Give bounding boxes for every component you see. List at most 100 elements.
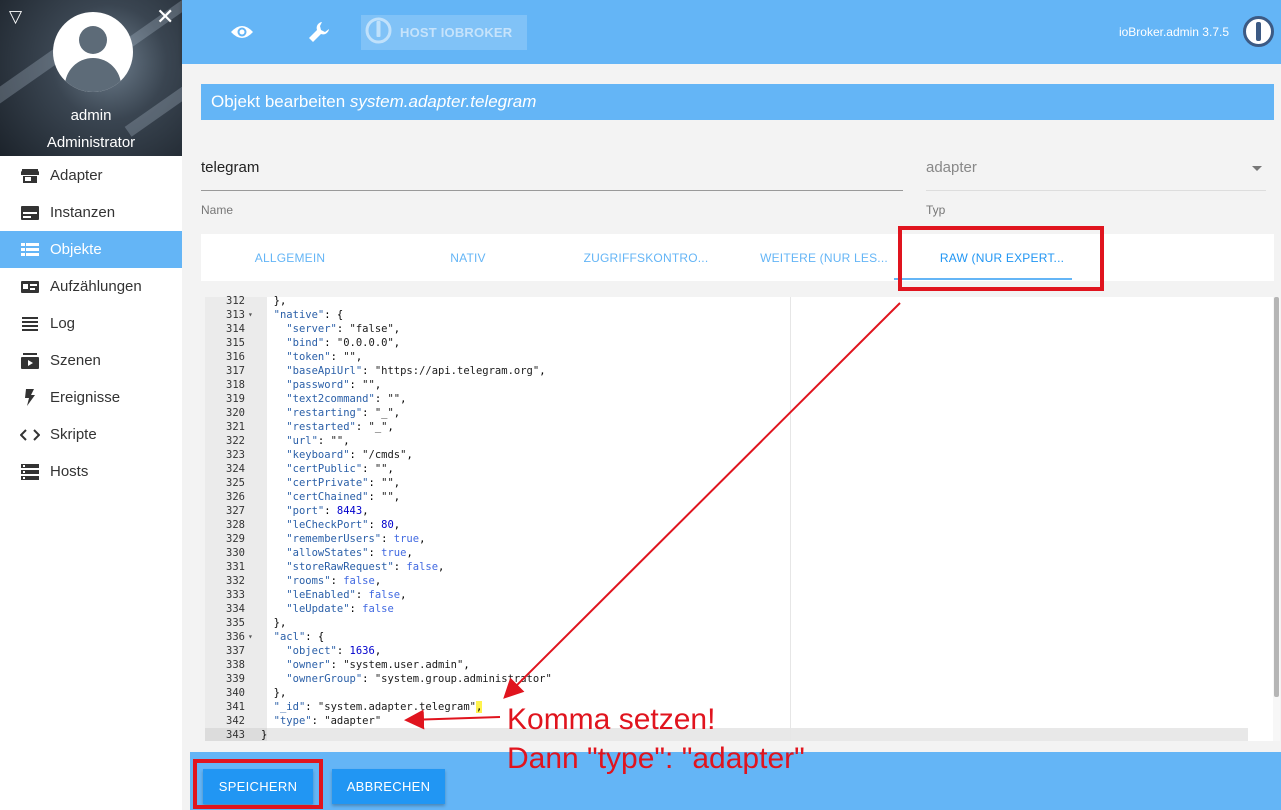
line-number: 343 — [226, 729, 245, 741]
close-sidebar-icon[interactable]: ✕ — [156, 4, 174, 30]
code-text: "port": 8443, — [286, 505, 369, 517]
tab-weitere[interactable]: WEITERE (NUR LES... — [735, 234, 913, 281]
line-number: 332 — [226, 575, 245, 587]
code-text: "leEnabled": false, — [286, 589, 407, 601]
sidebar-item-skripte[interactable]: Skripte — [0, 416, 182, 453]
code-line: 319 "text2command": "", — [205, 392, 1248, 406]
iobroker-logo-icon — [1243, 16, 1274, 47]
list-icon — [20, 242, 40, 258]
code-text: }, — [261, 617, 287, 629]
line-number: 340 — [226, 687, 245, 699]
hosts-icon — [20, 463, 40, 480]
code-lines: 312 }, 313 ▾ "native": {314 "server": "fal… — [205, 294, 1248, 742]
fold-toggle-icon[interactable]: ▾ — [248, 308, 253, 322]
flash-icon — [20, 389, 40, 406]
line-number: 341 — [226, 701, 245, 713]
sidebar-item-log[interactable]: Log — [0, 305, 182, 342]
line-number: 312 — [226, 295, 245, 307]
sidebar-item-label: Hosts — [50, 463, 89, 480]
line-number: 316 — [226, 351, 245, 363]
code-text: "native": { — [273, 309, 344, 321]
code-line: 320 "restarting": "_", — [205, 406, 1248, 420]
eye-icon[interactable] — [230, 22, 254, 47]
user-name: admin — [70, 107, 112, 124]
code-line: 312 }, — [205, 294, 1248, 308]
line-number: 317 — [226, 365, 245, 377]
code-line: 334 "leUpdate": false — [205, 602, 1248, 616]
code-text: "acl": { — [273, 631, 325, 643]
host-selector[interactable]: HOST IOBROKER — [361, 15, 527, 50]
code-line: 328 "leCheckPort": 80, — [205, 518, 1248, 532]
store-icon — [20, 168, 40, 184]
code-line: 343} — [205, 728, 1248, 742]
sidebar-item-adapter[interactable]: Adapter — [0, 157, 182, 194]
name-label: Name — [201, 203, 234, 217]
annotation-text-1: Komma setzen! — [507, 703, 716, 736]
line-number: 320 — [226, 407, 245, 419]
line-number: 335 — [226, 617, 245, 629]
cancel-button[interactable]: ABBRECHEN — [332, 769, 445, 804]
sidebar-item-label: Objekte — [50, 241, 102, 258]
sidebar-item-instanzen[interactable]: Instanzen — [0, 194, 182, 231]
sidebar-item-label: Adapter — [50, 167, 103, 184]
line-number: 326 — [226, 491, 245, 503]
annotation-box-save — [193, 759, 323, 809]
line-number: 336 — [226, 631, 245, 643]
code-icon — [20, 427, 40, 443]
code-line: 335 }, — [205, 616, 1248, 630]
line-number: 325 — [226, 477, 245, 489]
code-text: "baseApiUrl": "https://api.telegram.org"… — [286, 365, 546, 377]
annotation-box-raw-tab — [898, 226, 1104, 291]
tab-allgemein[interactable]: ALLGEMEIN — [201, 234, 379, 281]
type-select[interactable]: adapter — [926, 151, 1266, 191]
line-number: 327 — [226, 505, 245, 517]
code-line: 316 "token": "", — [205, 350, 1248, 364]
code-line: 339 "ownerGroup": "system.group.administ… — [205, 672, 1248, 686]
caret-down-icon — [1252, 166, 1262, 171]
json-editor[interactable]: 312 }, 313 ▾ "native": {314 "server": "fal… — [205, 294, 1280, 742]
line-number: 314 — [226, 323, 245, 335]
code-text: "restarted": "_", — [286, 421, 394, 433]
code-line: 332 "rooms": false, — [205, 574, 1248, 588]
editor-scrollbar[interactable] — [1273, 297, 1280, 741]
line-number: 323 — [226, 449, 245, 461]
line-number: 315 — [226, 337, 245, 349]
code-text: "leCheckPort": 80, — [286, 519, 401, 531]
tab-nativ[interactable]: NATIV — [379, 234, 557, 281]
line-number: 324 — [226, 463, 245, 475]
code-text: "allowStates": true, — [286, 547, 413, 559]
code-line: 327 "port": 8443, — [205, 504, 1248, 518]
code-line: 331 "storeRawRequest": false, — [205, 560, 1248, 574]
code-text: "url": "", — [286, 435, 350, 447]
code-text: "_id": "system.adapter.telegram", — [273, 701, 483, 713]
code-line: 314 "server": "false", — [205, 322, 1248, 336]
line-number: 322 — [226, 435, 245, 447]
line-number: 321 — [226, 421, 245, 433]
code-text: "certPrivate": "", — [286, 477, 401, 489]
sidebar-menu: Adapter Instanzen Objekte Aufzählungen L… — [0, 157, 182, 490]
sidebar-item-aufzaehlungen[interactable]: Aufzählungen — [0, 268, 182, 305]
code-text: }, — [261, 295, 287, 307]
host-label: HOST IOBROKER — [400, 25, 513, 40]
app-logo-icon[interactable]: ▽ — [9, 7, 22, 27]
scenes-icon — [20, 352, 40, 369]
tab-zugriffskontrolle[interactable]: ZUGRIFFSKONTRO... — [557, 234, 735, 281]
sidebar-item-objekte[interactable]: Objekte — [0, 231, 182, 268]
code-text: "leUpdate": false — [286, 603, 394, 615]
line-number: 318 — [226, 379, 245, 391]
sidebar-item-ereignisse[interactable]: Ereignisse — [0, 379, 182, 416]
sidebar-item-hosts[interactable]: Hosts — [0, 453, 182, 490]
line-number: 330 — [226, 547, 245, 559]
code-line: 315 "bind": "0.0.0.0", — [205, 336, 1248, 350]
code-line: 333 "leEnabled": false, — [205, 588, 1248, 602]
wrench-icon[interactable] — [307, 20, 331, 49]
sidebar-item-label: Skripte — [50, 426, 97, 443]
code-line: 326 "certChained": "", — [205, 490, 1248, 504]
avatar — [53, 12, 133, 92]
code-text: "storeRawRequest": false, — [286, 561, 445, 573]
line-number: 313 — [226, 309, 245, 321]
name-input[interactable]: telegram — [201, 151, 903, 191]
fold-toggle-icon[interactable]: ▾ — [248, 630, 253, 644]
annotation-text-2: Dann "type": "adapter" — [507, 742, 805, 775]
sidebar-item-szenen[interactable]: Szenen — [0, 342, 182, 379]
